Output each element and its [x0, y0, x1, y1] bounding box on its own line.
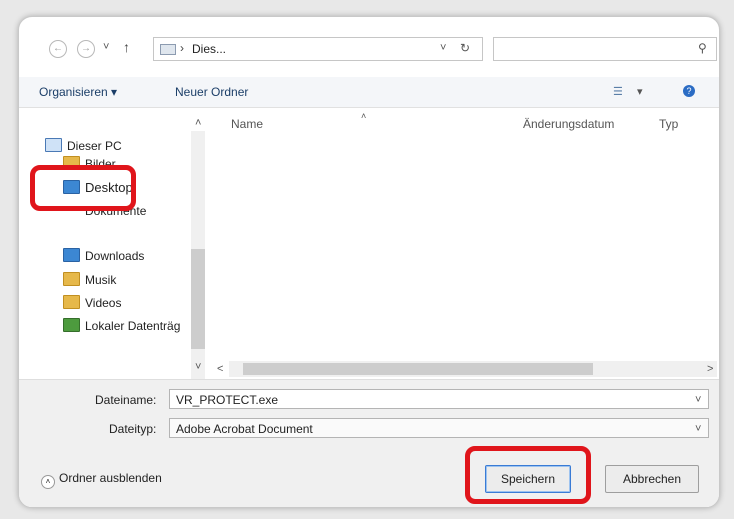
nav-label: Videos [85, 296, 122, 310]
nav-label: Dieser PC [67, 139, 122, 153]
save-button-highlight [465, 446, 591, 504]
file-list-scrollbar-thumb[interactable] [243, 363, 593, 375]
filetype-dropdown-icon[interactable]: ˅ [695, 423, 701, 435]
search-icon: ⚲ [698, 41, 707, 55]
filename-input[interactable]: VR_PROTECT.exe [169, 389, 709, 409]
hide-folders-label: Ordner ausblenden [59, 471, 162, 485]
nav-item-music[interactable]: Musik [63, 269, 116, 291]
sort-indicator-icon: ˄ [361, 111, 367, 121]
recent-dropdown-icon[interactable]: ˅ [103, 41, 109, 53]
nav-label: Lokaler Datenträg [85, 319, 181, 333]
downloads-folder-icon [63, 248, 80, 262]
toolbar: Organisieren ▾ Neuer Ordner ☰ ▾ ? [19, 77, 719, 108]
filetype-label: Dateityp: [109, 422, 157, 436]
nav-item-this-pc[interactable]: Dieser PC [45, 135, 122, 157]
cancel-button[interactable]: Abbrechen [605, 465, 699, 493]
desktop-highlight [30, 165, 136, 211]
file-list-scrollbar[interactable] [229, 361, 717, 377]
address-dropdown-icon[interactable]: ˅ [440, 42, 446, 54]
computer-icon [45, 138, 62, 152]
nav-scrollbar[interactable] [191, 131, 205, 381]
forward-button[interactable]: → [77, 40, 95, 58]
address-bar[interactable]: › Dies... ˅ ↻ [153, 37, 483, 61]
hide-folders-toggle[interactable]: ˄ Ordner ausblenden [41, 471, 162, 489]
nav-item-downloads[interactable]: Downloads [63, 245, 144, 267]
computer-icon [160, 44, 176, 55]
breadcrumb[interactable]: Dies... [192, 42, 226, 56]
help-icon[interactable]: ? [683, 85, 695, 97]
nav-label: Downloads [85, 249, 145, 263]
new-folder-button[interactable]: Neuer Ordner [175, 85, 248, 99]
nav-item-local-disk[interactable]: Lokaler Datenträg [63, 315, 203, 337]
nav-scrollbar-thumb[interactable] [191, 249, 205, 349]
refresh-icon[interactable]: ↻ [460, 41, 470, 55]
filename-label: Dateiname: [95, 393, 157, 407]
search-input[interactable]: ⚲ [493, 37, 717, 61]
organize-menu[interactable]: Organisieren ▾ [39, 85, 117, 99]
scroll-up-icon[interactable]: ˄ [195, 117, 201, 129]
scroll-right-icon[interactable]: > [707, 363, 713, 375]
filetype-select[interactable]: Adobe Acrobat Document [169, 418, 709, 438]
nav-label: Musik [85, 273, 117, 287]
filename-dropdown-icon[interactable]: ˅ [695, 394, 701, 406]
save-dialog: ← → ˅ ↑ › Dies... ˅ ↻ ⚲ Organisieren ▾ N… [18, 16, 720, 508]
column-type[interactable]: Typ [659, 117, 678, 131]
scroll-left-icon[interactable]: < [217, 363, 223, 375]
music-folder-icon [63, 272, 80, 286]
column-date[interactable]: Änderungsdatum [523, 117, 614, 131]
collapse-icon: ˄ [41, 475, 55, 489]
back-button[interactable]: ← [49, 40, 67, 58]
view-options-icon[interactable]: ☰ [613, 85, 623, 98]
up-arrow-icon[interactable]: ↑ [123, 39, 130, 55]
column-name[interactable]: Name [231, 117, 263, 131]
view-dropdown-icon[interactable]: ▾ [637, 85, 643, 98]
nav-item-videos[interactable]: Videos [63, 292, 121, 314]
breadcrumb-separator: › [180, 41, 184, 55]
drive-icon [63, 318, 80, 332]
videos-folder-icon [63, 295, 80, 309]
scroll-down-icon[interactable]: ˅ [195, 361, 201, 373]
